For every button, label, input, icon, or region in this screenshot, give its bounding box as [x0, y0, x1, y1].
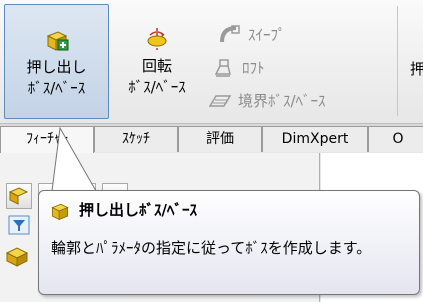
boundary-boss-icon	[208, 94, 232, 107]
loft-label: ﾛﾌﾄ	[242, 59, 265, 77]
sweep-button[interactable]: ｽｲｰﾌﾟ	[218, 18, 326, 51]
loft-button[interactable]: ﾛﾌﾄ	[212, 51, 326, 84]
revolve-label-line2: ﾎﾞｽ/ﾍﾞｰｽ	[128, 78, 186, 96]
ribbon-separator	[397, 6, 398, 116]
tooltip: 押し出しﾎﾞｽ/ﾍﾞｰｽ 輪郭とﾊﾟﾗﾒｰﾀの指定に従ってﾎﾞｽを作成します。	[38, 190, 420, 295]
extrude-label-line2: ﾎﾞｽ/ﾍﾞｰｽ	[27, 79, 86, 97]
sweep-icon	[220, 24, 240, 42]
tooltip-description: 輪郭とﾊﾟﾗﾒｰﾀの指定に従ってﾎﾞｽを作成します。	[51, 239, 372, 257]
revolve-boss-icon	[147, 28, 167, 50]
extrude-label-line1: 押し出し	[26, 58, 87, 76]
tooltip-title: 押し出しﾎﾞｽ/ﾍﾞｰｽ	[79, 201, 197, 219]
tab-features[interactable]: ﾌｨｰﾁｬｰ	[0, 126, 94, 153]
boundary-boss-button[interactable]: 境界ﾎﾞｽ/ﾍﾞｰｽ	[208, 84, 326, 117]
feature-small-buttons: ｽｲｰﾌﾟ ﾛﾌﾄ 境界ﾎﾞｽ/ﾍﾞｰｽ	[208, 18, 326, 117]
revolve-label-line1: 回転	[141, 57, 172, 75]
feature-tree-icon	[8, 187, 29, 205]
command-manager-tabs: ﾌｨｰﾁｬｰ ｽｹｯﾁ 評価 DimXpert O	[0, 124, 423, 153]
tab-sketch[interactable]: ｽｹｯﾁ	[94, 126, 178, 152]
revolve-boss-button[interactable]: 回転 ﾎﾞｽ/ﾍﾞｰｽ	[112, 4, 202, 119]
extrude-boss-button[interactable]: 押し出し ﾎﾞｽ/ﾍﾞｰｽ	[4, 4, 109, 119]
boundary-label: 境界ﾎﾞｽ/ﾍﾞｰｽ	[238, 92, 326, 110]
tab-evaluate[interactable]: 評価	[178, 126, 262, 152]
extrude-boss-icon	[51, 203, 69, 221]
command-manager-ribbon: 押し出し ﾎﾞｽ/ﾍﾞｰｽ 回転 ﾎﾞｽ/ﾍﾞｰｽ ｽｲｰﾌﾟ ﾛﾌﾄ 境界ﾎﾞ…	[0, 0, 423, 124]
filter-icon[interactable]	[8, 215, 30, 235]
extrude-cut-label-partial[interactable]: 押	[410, 58, 423, 79]
part-icon	[5, 247, 29, 267]
tab-office[interactable]: O	[368, 126, 423, 152]
sweep-label: ｽｲｰﾌﾟ	[248, 26, 286, 44]
feature-manager-tab-button[interactable]	[6, 183, 32, 209]
loft-icon	[214, 58, 231, 77]
tab-dimxpert[interactable]: DimXpert	[262, 126, 368, 152]
extrude-boss-icon	[46, 31, 68, 51]
